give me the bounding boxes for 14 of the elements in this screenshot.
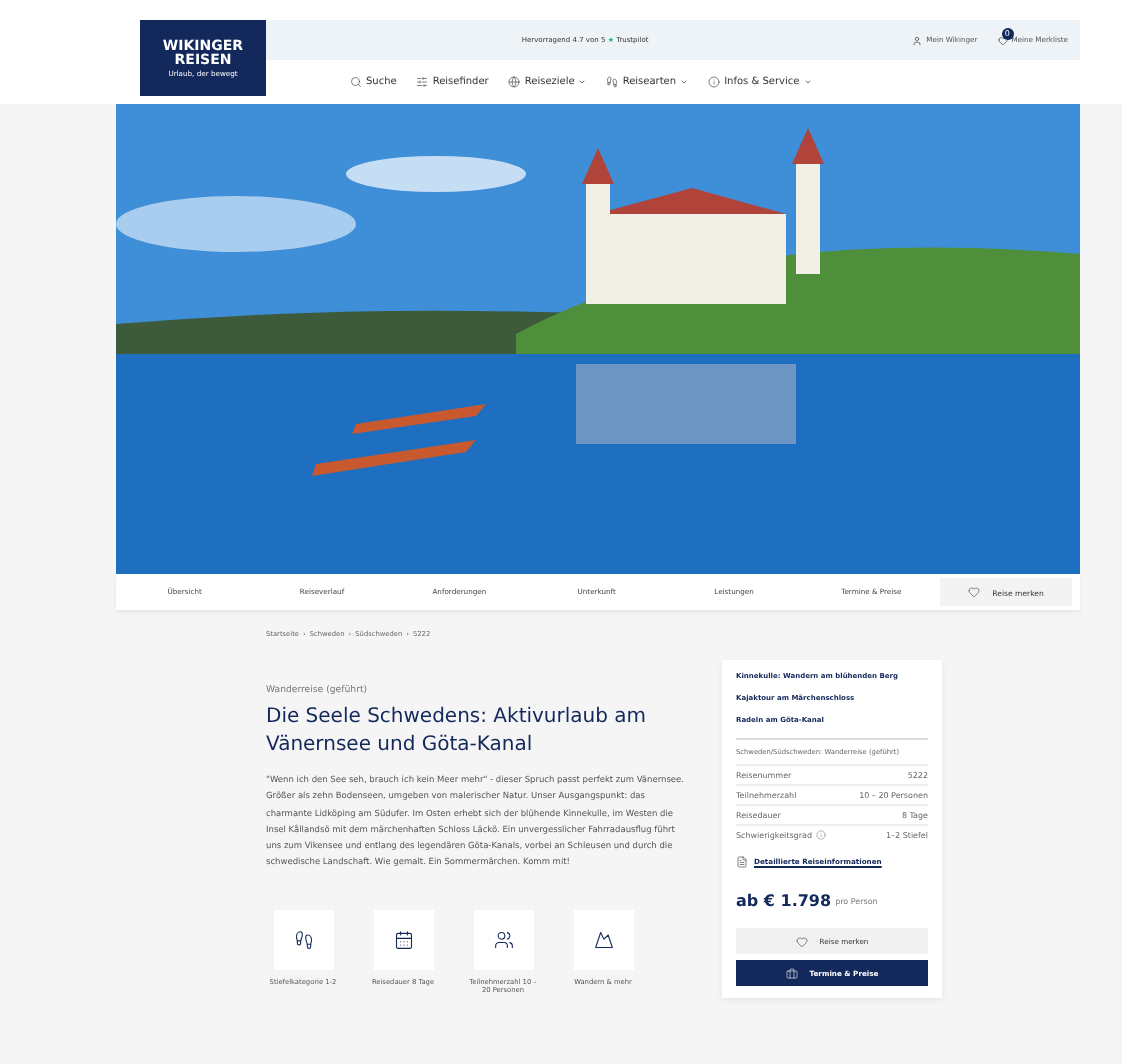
trip-title: Die Seele Schwedens: Aktivurlaub am Vänernsee und Göta-Kanal bbox=[266, 704, 649, 758]
globe-icon bbox=[508, 76, 521, 88]
heart-icon bbox=[795, 935, 808, 947]
group-icon bbox=[493, 929, 513, 950]
calendar-icon bbox=[393, 929, 413, 950]
search-icon bbox=[350, 76, 362, 88]
info-icon[interactable] bbox=[815, 830, 826, 840]
suitcase-icon bbox=[785, 967, 798, 979]
price: ab € 1.798 bbox=[736, 892, 832, 910]
user-icon bbox=[912, 35, 923, 45]
document-icon bbox=[736, 856, 748, 868]
heart-icon bbox=[997, 35, 1008, 45]
info-icon bbox=[708, 76, 721, 88]
heart-icon bbox=[968, 586, 981, 598]
